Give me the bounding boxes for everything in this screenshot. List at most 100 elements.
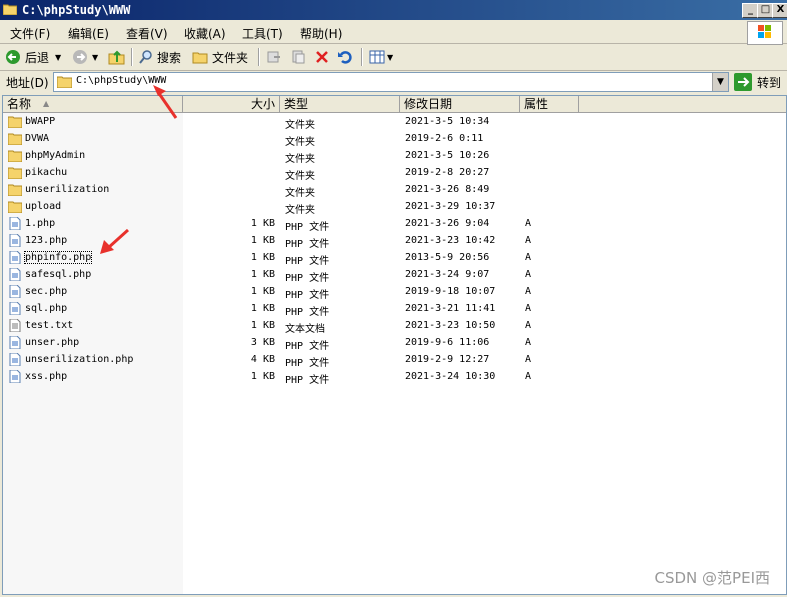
file-name: unserilization.php — [25, 354, 134, 365]
menu-view[interactable]: 查看(V) — [126, 25, 168, 42]
delete-button[interactable] — [314, 48, 330, 66]
copy-to-button[interactable] — [290, 48, 306, 66]
up-folder-button[interactable] — [108, 48, 126, 66]
menu-edit[interactable]: 编辑(E) — [68, 25, 109, 42]
file-name: unser.php — [25, 337, 80, 348]
menu-favorites[interactable]: 收藏(A) — [184, 25, 226, 42]
file-name: 123.php — [25, 235, 68, 246]
folders-label: 文件夹 — [212, 50, 249, 65]
file-modified: 2021-3-26 9:04 — [405, 218, 490, 229]
php-file-icon — [9, 336, 21, 349]
search-label: 搜索 — [157, 50, 182, 65]
php-file-icon — [9, 353, 21, 366]
file-row[interactable]: test.txt 1 KB 文本文档 2021-3-23 10:50 A — [3, 317, 786, 335]
file-row[interactable]: unserilization 文件夹 2021-3-26 8:49 — [3, 181, 786, 199]
file-row[interactable]: bWAPP 文件夹 2021-3-5 10:34 — [3, 113, 786, 131]
menu-help[interactable]: 帮助(H) — [300, 25, 342, 42]
undo-button[interactable] — [337, 48, 353, 66]
sort-ascending-icon: ▲ — [43, 99, 50, 108]
undo-icon — [338, 51, 352, 64]
file-type: PHP 文件 — [285, 375, 330, 386]
views-dropdown-icon: ▼ — [387, 52, 394, 62]
file-type: PHP 文件 — [285, 239, 330, 250]
file-type: 文件夹 — [285, 154, 315, 165]
forward-dropdown-icon[interactable]: ▼ — [92, 53, 98, 62]
file-modified: 2021-3-24 9:07 — [405, 269, 490, 280]
file-row[interactable]: unser.php 3 KB PHP 文件 2019-9-6 11:06 A — [3, 334, 786, 352]
file-row[interactable]: sec.php 1 KB PHP 文件 2019-9-18 10:07 A — [3, 283, 786, 301]
file-row[interactable]: upload 文件夹 2021-3-29 10:37 — [3, 198, 786, 216]
file-attributes: A — [525, 337, 532, 348]
watermark: CSDN @范PEI西 — [654, 569, 770, 587]
file-type: PHP 文件 — [285, 358, 330, 369]
file-attributes: A — [525, 218, 532, 229]
up-folder-icon — [108, 50, 125, 65]
column-attributes[interactable]: 属性 — [520, 96, 579, 112]
file-name: phpMyAdmin — [25, 150, 86, 161]
back-button[interactable]: 后退 ▼ — [5, 48, 61, 66]
move-to-button[interactable] — [266, 48, 282, 66]
file-type: PHP 文件 — [285, 222, 330, 233]
back-arrow-icon — [6, 50, 20, 64]
folders-button[interactable]: 文件夹 — [192, 48, 248, 66]
file-name: unserilization — [25, 184, 110, 195]
file-attributes: A — [525, 235, 532, 246]
forward-button[interactable]: ▼ — [72, 48, 98, 66]
close-button[interactable]: X — [772, 3, 787, 18]
address-bar: 地址(D) C:\phpStudy\WWW ▼ 转到 — [0, 70, 787, 94]
folder-icon — [8, 201, 22, 213]
file-size: 1 KB — [250, 252, 275, 263]
window-title: C:\phpStudy\WWW — [22, 3, 131, 17]
file-modified: 2019-2-8 20:27 — [405, 167, 490, 178]
folder-icon — [8, 133, 22, 145]
menu-tools[interactable]: 工具(T) — [242, 25, 283, 42]
file-modified: 2019-2-9 12:27 — [405, 354, 490, 365]
file-modified: 2021-3-29 10:37 — [405, 201, 496, 212]
file-type: PHP 文件 — [285, 307, 330, 318]
php-file-icon — [9, 234, 21, 247]
column-size[interactable]: 大小 — [183, 96, 280, 112]
php-file-icon — [9, 370, 21, 383]
folder-icon — [8, 184, 22, 196]
go-label: 转到 — [757, 75, 782, 90]
file-modified: 2019-2-6 0:11 — [405, 133, 484, 144]
file-size: 1 KB — [250, 218, 275, 229]
file-row[interactable]: DVWA 文件夹 2019-2-6 0:11 — [3, 130, 786, 148]
file-name: safesql.php — [25, 269, 92, 280]
back-label: 后退 — [25, 50, 50, 65]
file-row[interactable]: safesql.php 1 KB PHP 文件 2021-3-24 9:07 A — [3, 266, 786, 284]
copy-to-icon — [292, 50, 305, 64]
php-file-icon — [9, 251, 21, 264]
file-row[interactable]: xss.php 1 KB PHP 文件 2021-3-24 10:30 A — [3, 368, 786, 386]
file-row[interactable]: pikachu 文件夹 2019-2-8 20:27 — [3, 164, 786, 182]
file-type: 文本文档 — [285, 324, 325, 335]
back-dropdown-icon[interactable]: ▼ — [55, 53, 61, 62]
file-attributes: A — [525, 286, 532, 297]
folder-icon — [8, 150, 22, 162]
file-modified: 2013-5-9 20:56 — [405, 252, 490, 263]
file-size: 1 KB — [250, 286, 275, 297]
file-row[interactable]: sql.php 1 KB PHP 文件 2021-3-21 11:41 A — [3, 300, 786, 318]
column-modified[interactable]: 修改日期 — [400, 96, 520, 112]
file-name: phpinfo.php — [23, 251, 93, 264]
file-name: xss.php — [25, 371, 68, 382]
file-attributes: A — [525, 303, 532, 314]
column-header: 名称 ▲ 大小 类型 修改日期 属性 — [3, 96, 786, 113]
column-name-label: 名称 — [7, 97, 32, 111]
views-button[interactable]: ▼ — [369, 48, 393, 66]
file-size: 1 KB — [250, 269, 275, 280]
search-button[interactable]: 搜索 — [138, 48, 181, 66]
file-modified: 2021-3-23 10:50 — [405, 320, 496, 331]
menu-file[interactable]: 文件(F) — [10, 25, 50, 42]
annotation-arrow-phpinfo — [100, 228, 130, 254]
address-dropdown-icon[interactable]: ▼ — [712, 73, 728, 91]
file-size: 1 KB — [250, 235, 275, 246]
column-type[interactable]: 类型 — [280, 96, 400, 112]
php-file-icon — [9, 217, 21, 230]
file-row[interactable]: unserilization.php 4 KB PHP 文件 2019-2-9 12:… — [3, 351, 786, 369]
go-button[interactable]: 转到 — [734, 73, 781, 91]
file-row[interactable]: phpMyAdmin 文件夹 2021-3-5 10:26 — [3, 147, 786, 165]
file-name: bWAPP — [25, 116, 56, 127]
address-label: 地址(D) — [6, 76, 49, 90]
file-size: 1 KB — [250, 371, 275, 382]
